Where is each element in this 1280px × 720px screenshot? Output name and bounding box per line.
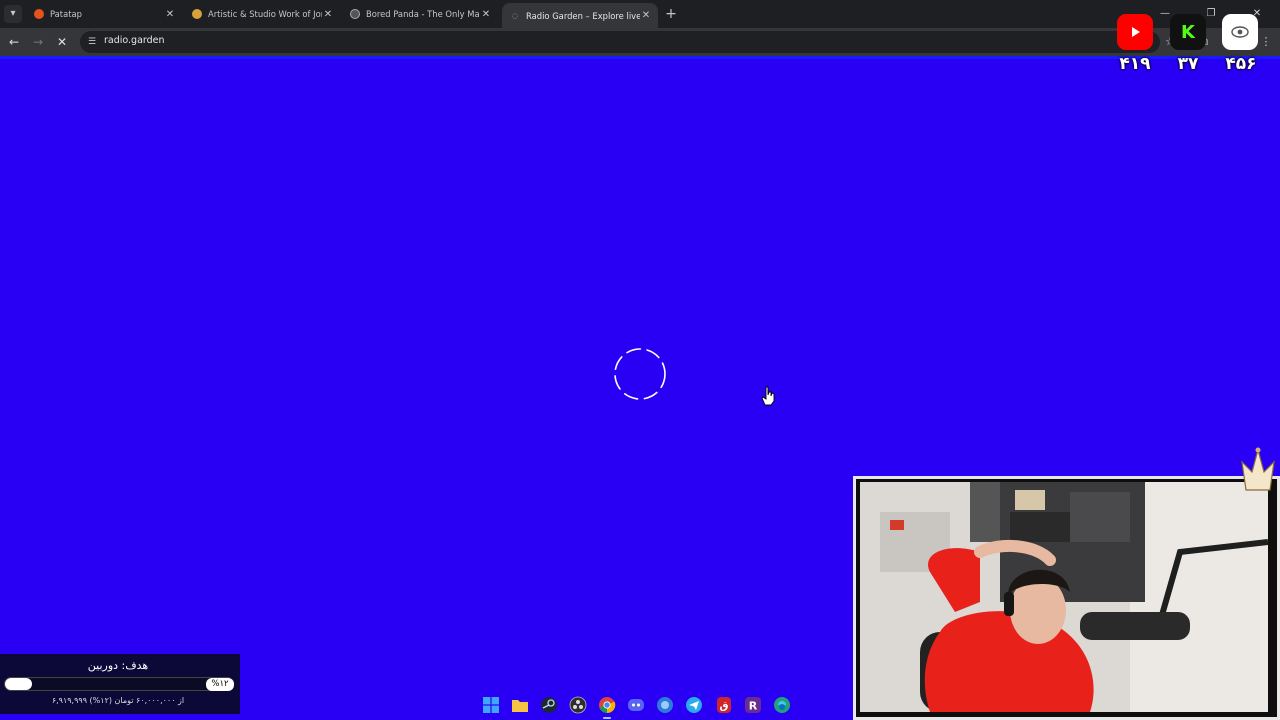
back-button[interactable]: ← — [6, 34, 22, 50]
webcam-feed — [860, 482, 1268, 712]
boredpanda-icon — [350, 9, 360, 19]
kick-viewer-count: ۳۷ — [1177, 54, 1199, 74]
chrome-icon[interactable] — [596, 694, 618, 719]
tab-search-button[interactable]: ▾ — [4, 5, 22, 23]
taskbar: ق R — [480, 692, 800, 719]
window-controls: — ❐ ✕ — [1142, 0, 1280, 28]
browser-toolbar: ← → ✕ ☰ radio.garden ☆ ⧉ ● ⋮ — [0, 28, 1280, 56]
address-bar[interactable]: ☰ radio.garden — [80, 31, 1160, 53]
telegram-icon[interactable] — [684, 694, 706, 716]
tab-jono[interactable]: Artistic & Studio Work of Jono ✕ — [184, 3, 340, 25]
youtube-viewer-count: ۴۱۹ — [1119, 54, 1151, 74]
hand-cursor-icon — [761, 386, 775, 406]
goal-progress-bar — [4, 677, 234, 691]
close-icon[interactable]: ✕ — [322, 9, 334, 20]
jono-icon — [192, 9, 202, 19]
goal-percent-label: %۱۲ — [206, 678, 234, 691]
app-red-icon[interactable]: ق — [713, 694, 735, 716]
eye-icon — [1222, 14, 1258, 50]
app-icon[interactable] — [655, 694, 677, 716]
browser-tab-bar: ▾ Patatap ✕ Artistic & Studio Work of Jo… — [0, 0, 1280, 28]
new-tab-button[interactable]: + — [664, 5, 678, 23]
tab-radio-garden[interactable]: ◌ Radio Garden – Explore live radi ✕ — [502, 3, 658, 28]
file-explorer-icon[interactable] — [509, 694, 531, 716]
total-viewer-count: ۴۵۶ — [1225, 54, 1257, 74]
tab-patatap[interactable]: Patatap ✕ — [26, 3, 182, 25]
site-info-icon[interactable]: ☰ — [86, 36, 98, 48]
windows-start-icon[interactable] — [480, 694, 502, 716]
url-text: radio.garden — [104, 35, 165, 46]
kick-icon: K — [1170, 14, 1206, 50]
svg-text:ق: ق — [719, 701, 728, 712]
kick-letter: K — [1181, 21, 1195, 43]
tab-title: Bored Panda - The Only Magazi — [366, 9, 480, 19]
tab-bored-panda[interactable]: Bored Panda - The Only Magazi ✕ — [342, 3, 498, 25]
tab-title: Patatap — [50, 9, 82, 19]
close-icon[interactable]: ✕ — [640, 10, 652, 21]
loading-spinner-icon — [614, 348, 666, 400]
tab-title: Artistic & Studio Work of Jono — [208, 9, 322, 19]
obs-icon[interactable] — [567, 694, 589, 716]
forward-button[interactable]: → — [30, 34, 46, 50]
edge-icon[interactable] — [771, 694, 793, 716]
discord-icon[interactable] — [625, 694, 647, 716]
loading-progress-bar — [0, 56, 1280, 59]
patatap-icon — [34, 9, 44, 19]
close-icon[interactable]: ✕ — [480, 9, 492, 20]
youtube-icon — [1117, 14, 1153, 50]
close-icon[interactable]: ✕ — [164, 9, 176, 20]
tab-title: Radio Garden – Explore live radi — [526, 10, 640, 21]
goal-title: هدف: دوربین — [87, 659, 149, 672]
stop-loading-button[interactable]: ✕ — [54, 34, 70, 50]
rockstar-label: R — [748, 700, 757, 713]
crown-decoration-icon — [1241, 447, 1275, 491]
goal-progress-fill — [5, 678, 33, 690]
steam-icon[interactable] — [538, 694, 560, 716]
rockstar-icon[interactable]: R — [742, 694, 764, 716]
menu-icon[interactable]: ⋮ — [1258, 34, 1274, 50]
goal-amount-text: ۶,۹۱۹,۹۹۹ از ۶۰,۰۰۰,۰۰۰ تومان (۱۲%) — [51, 696, 185, 705]
webcam-image — [860, 482, 1268, 712]
radio-garden-icon: ◌ — [511, 11, 519, 20]
